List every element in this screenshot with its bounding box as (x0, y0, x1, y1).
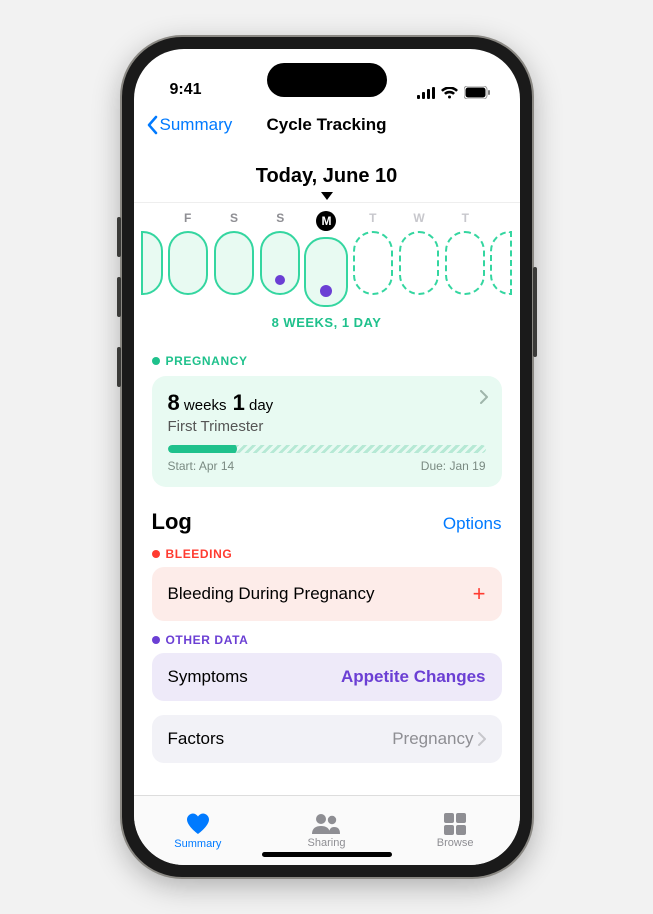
weeks-unit: weeks (184, 397, 227, 414)
days-unit: day (249, 397, 273, 414)
chevron-left-icon (146, 115, 158, 135)
bleeding-header: BLEEDING (152, 547, 502, 561)
days-num: 1 (233, 390, 245, 415)
tab-summary[interactable]: Summary (153, 812, 243, 850)
tab-summary-label: Summary (174, 838, 221, 850)
day-pill-future (399, 231, 439, 295)
day-col[interactable]: T (350, 211, 396, 307)
tab-sharing[interactable]: Sharing (281, 813, 371, 849)
day-col[interactable]: S (257, 211, 303, 307)
cellular-icon (417, 87, 435, 99)
day-letter: F (184, 211, 191, 225)
day-letter (499, 211, 502, 225)
due-date: Due: Jan 19 (421, 459, 486, 473)
symptoms-label: Symptoms (168, 667, 248, 687)
day-letter: W (413, 211, 424, 225)
bleeding-header-text: BLEEDING (166, 547, 233, 561)
day-letter: S (276, 211, 284, 225)
grid-icon (444, 813, 466, 835)
people-icon (311, 813, 341, 835)
chevron-right-icon (478, 732, 486, 746)
nav-bar: Summary Cycle Tracking (134, 103, 520, 147)
status-time: 9:41 (170, 81, 202, 99)
pregnancy-dates: Start: Apr 14 Due: Jan 19 (168, 459, 486, 473)
day-pill (214, 231, 254, 295)
day-col[interactable] (140, 211, 165, 307)
start-date: Start: Apr 14 (168, 459, 235, 473)
day-pill-today (304, 237, 348, 307)
screen: 9:41 Summary Cycle Tracking Today, June … (134, 49, 520, 865)
day-pill-future (353, 231, 393, 295)
chevron-right-icon (480, 390, 488, 409)
day-pill (141, 231, 163, 295)
day-col[interactable] (488, 211, 513, 307)
day-pill (260, 231, 300, 295)
log-dot-icon (275, 275, 285, 285)
symptoms-value: Appetite Changes (341, 667, 486, 687)
phone-frame: 9:41 Summary Cycle Tracking Today, June … (122, 37, 532, 877)
day-letter: S (230, 211, 238, 225)
wifi-icon (441, 87, 458, 99)
progress-fill (168, 445, 232, 453)
day-letter (150, 211, 153, 225)
factors-value-text: Pregnancy (392, 729, 473, 749)
other-data-header: OTHER DATA (152, 633, 502, 647)
day-col-today[interactable]: M (303, 211, 349, 307)
factors-value: Pregnancy (392, 729, 485, 749)
today-pointer-icon (321, 192, 333, 200)
heart-icon (185, 812, 211, 836)
day-letter: T (369, 211, 376, 225)
home-indicator[interactable] (262, 852, 392, 857)
bullet-icon (152, 636, 160, 644)
tab-browse-label: Browse (437, 837, 474, 849)
plus-icon: + (473, 581, 486, 607)
symptoms-row[interactable]: Symptoms Appetite Changes (152, 653, 502, 701)
today-label: Today, June 10 (152, 165, 502, 188)
other-header-text: OTHER DATA (166, 633, 249, 647)
bleeding-row[interactable]: Bleeding During Pregnancy + (152, 567, 502, 621)
factors-row[interactable]: Factors Pregnancy (152, 715, 502, 763)
pregnancy-section-header: PREGNANCY (152, 354, 502, 368)
day-col[interactable]: F (165, 211, 211, 307)
battery-icon (464, 86, 490, 99)
pregnancy-progress-bar (168, 445, 486, 453)
day-col[interactable]: T (442, 211, 488, 307)
back-label: Summary (160, 115, 233, 135)
day-pill-future (445, 231, 485, 295)
pregnancy-duration: 8 weeks 1 day (168, 390, 486, 416)
pregnancy-card[interactable]: 8 weeks 1 day First Trimester Start: Apr… (152, 376, 502, 487)
day-letter-today: M (316, 211, 336, 231)
factors-label: Factors (168, 729, 225, 749)
back-button[interactable]: Summary (146, 115, 233, 135)
week-strip[interactable]: F S S M T (134, 202, 520, 307)
gestation-label: 8 WEEKS, 1 DAY (152, 315, 502, 330)
weeks-num: 8 (168, 390, 180, 415)
trimester-label: First Trimester (168, 418, 486, 435)
pregnancy-header-text: PREGNANCY (166, 354, 248, 368)
log-dot-icon (320, 285, 332, 297)
bullet-icon (152, 357, 160, 365)
day-col[interactable]: S (211, 211, 257, 307)
status-icons (417, 86, 490, 99)
options-button[interactable]: Options (443, 514, 502, 534)
log-title: Log (152, 509, 192, 535)
day-pill-future (490, 231, 512, 295)
bleeding-row-label: Bleeding During Pregnancy (168, 584, 375, 604)
dynamic-island (267, 63, 387, 97)
day-col[interactable]: W (396, 211, 442, 307)
day-letter: T (462, 211, 469, 225)
tab-browse[interactable]: Browse (410, 813, 500, 849)
log-header: Log Options (152, 509, 502, 535)
day-pill (168, 231, 208, 295)
progress-knob (225, 445, 237, 453)
content-area[interactable]: Today, June 10 F S S (134, 147, 520, 795)
bullet-icon (152, 550, 160, 558)
tab-sharing-label: Sharing (308, 837, 346, 849)
